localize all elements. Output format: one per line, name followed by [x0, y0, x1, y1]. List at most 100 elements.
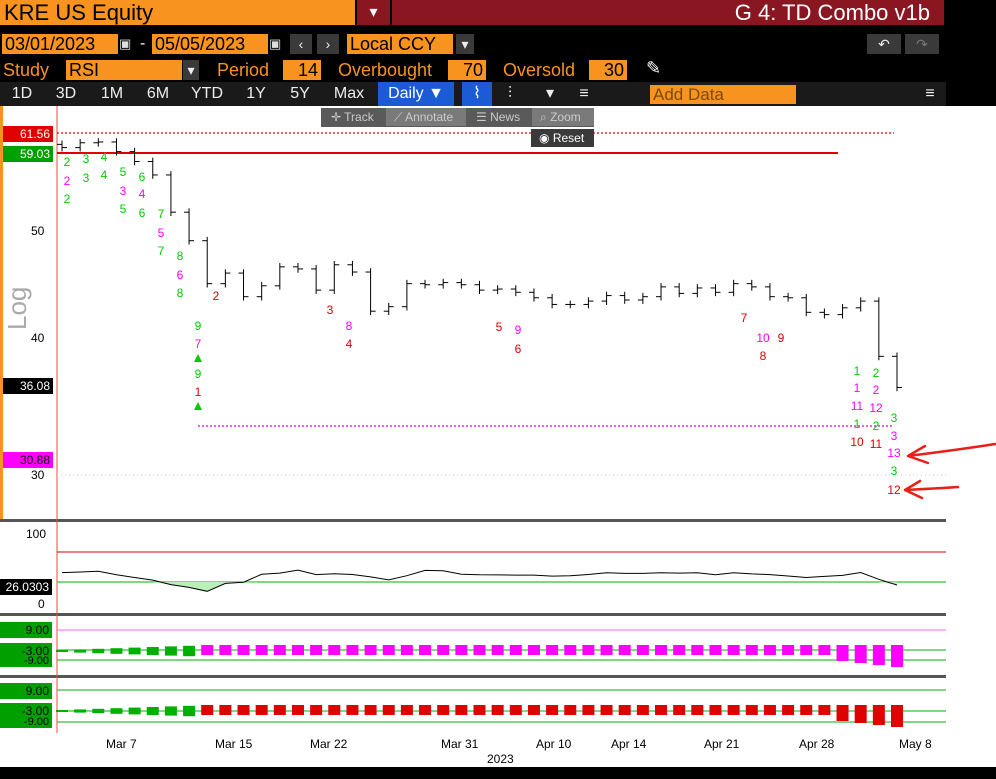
- td-count-label: 13: [887, 446, 901, 460]
- x-date-label: Apr 14: [611, 737, 647, 751]
- td-count-label: 5: [158, 226, 165, 240]
- td-histogram-bar: [255, 705, 268, 715]
- td-histogram-bar: [709, 645, 722, 655]
- x-date-label: Mar 31: [441, 737, 479, 751]
- td-histogram-bar: [491, 645, 504, 655]
- x-date-label: May 8: [899, 737, 932, 751]
- td-histogram-bar: [146, 707, 159, 715]
- td-count-label: 2: [873, 419, 880, 433]
- y-tick-50: 50: [31, 224, 45, 238]
- td-count-label: 4: [139, 187, 146, 201]
- td-count-label: 9: [195, 367, 202, 381]
- td-histogram-bar: [745, 705, 758, 715]
- td-histogram-bar: [836, 645, 849, 661]
- td-histogram-bar: [201, 645, 214, 655]
- td-histogram-bar: [527, 645, 540, 655]
- td-histogram-bar: [400, 645, 413, 655]
- td-histogram-bar: [655, 705, 668, 715]
- td-histogram-bar: [782, 645, 795, 655]
- td-histogram-bar: [437, 645, 450, 655]
- y-tick-40: 40: [31, 331, 45, 345]
- td-count-label: 8: [346, 319, 353, 333]
- td-count-label: 1: [854, 364, 861, 378]
- td-histogram-bar: [255, 645, 268, 655]
- td-histogram-bar: [273, 645, 286, 655]
- td-histogram-bar: [291, 645, 304, 655]
- td-histogram-bar: [546, 705, 559, 715]
- td-histogram-bar: [582, 705, 595, 715]
- td-count-label: 2: [64, 174, 71, 188]
- td-histogram-bar: [419, 645, 432, 655]
- td-histogram-bar: [74, 649, 87, 653]
- td-count-label: 4: [346, 337, 353, 351]
- td-histogram-bar: [346, 645, 359, 655]
- td-histogram-bar: [164, 646, 177, 656]
- td-count-label: 7: [741, 311, 748, 325]
- td-histogram-bar: [74, 709, 87, 713]
- td-count-label: 4: [101, 150, 108, 164]
- td-histogram-bar: [836, 705, 849, 721]
- td-histogram-bar: [346, 705, 359, 715]
- x-date-label: Apr 21: [704, 737, 740, 751]
- td-count-label: 6: [177, 268, 184, 282]
- td-histogram-bar: [854, 645, 867, 663]
- td-histogram-bar: [727, 645, 740, 655]
- td-histogram-bar: [818, 705, 831, 715]
- td-histogram-bar: [183, 645, 196, 657]
- reset-button[interactable]: ◉ Reset: [531, 129, 594, 147]
- x-date-label: Mar 22: [310, 737, 348, 751]
- td-histogram-bar: [110, 648, 123, 654]
- panel-divider: [0, 613, 946, 616]
- price-badge-overbought: 61.56: [3, 126, 53, 142]
- zoom-tool[interactable]: ⌕ Zoom: [532, 108, 594, 126]
- td-histogram-bar: [709, 705, 722, 715]
- news-tool[interactable]: ☰ News: [468, 108, 528, 126]
- td-histogram-bar: [364, 645, 377, 655]
- td-histogram-bar: [201, 705, 214, 715]
- td-histogram-bar: [818, 645, 831, 655]
- td-histogram-bar: [673, 705, 686, 715]
- td-histogram-bar: [128, 647, 141, 655]
- td-count-label: 2: [64, 155, 71, 169]
- td-count-label: 6: [139, 170, 146, 184]
- price-panel-bg: [0, 106, 946, 520]
- td-histogram-bar: [509, 645, 522, 655]
- td-count-label: 3: [891, 464, 898, 478]
- y-tick-30: 30: [31, 468, 45, 482]
- price-badge-last: 36.08: [3, 378, 53, 394]
- td-count-label: 9: [195, 319, 202, 333]
- rsi-tick-100: 100: [26, 527, 47, 541]
- td-histogram-bar: [891, 705, 903, 727]
- td-histogram-bar: [473, 705, 486, 715]
- td-histogram-bar: [219, 645, 232, 655]
- td-histogram-bar: [455, 705, 468, 715]
- td-histogram-bar: [600, 705, 613, 715]
- td-count-label: 9: [778, 331, 785, 345]
- td-histogram-bar: [310, 645, 323, 655]
- td-count-label: 8: [177, 249, 184, 263]
- annotate-tool[interactable]: ⟋ Annotate: [386, 108, 466, 126]
- td-histogram-bar: [763, 645, 776, 655]
- td-histogram-bar: [92, 648, 105, 654]
- td-count-label: 5: [496, 320, 503, 334]
- track-tool[interactable]: ✛ Track: [323, 108, 385, 126]
- x-date-label: Mar 7: [106, 737, 137, 751]
- td-histogram-bar: [636, 705, 649, 715]
- td-histogram-bar: [183, 705, 196, 717]
- td-histogram-bar: [273, 705, 286, 715]
- panel-divider: [0, 675, 946, 678]
- price-badge-reference: 59.03: [3, 146, 53, 162]
- td-histogram-bar: [582, 645, 595, 655]
- td-count-label: 2: [213, 289, 220, 303]
- td-histogram-bar: [146, 647, 159, 655]
- td1-label-neg9: -9.00: [0, 655, 52, 667]
- td-histogram-bar: [219, 705, 232, 715]
- td-count-label: 7: [158, 244, 165, 258]
- td-histogram-bar: [237, 645, 250, 655]
- x-date-label: Mar 15: [215, 737, 253, 751]
- td-histogram-bar: [491, 705, 504, 715]
- td-count-label: 3: [327, 303, 334, 317]
- td-histogram-bar: [92, 708, 105, 714]
- td-histogram-bar: [800, 705, 813, 715]
- td-histogram-bar: [419, 705, 432, 715]
